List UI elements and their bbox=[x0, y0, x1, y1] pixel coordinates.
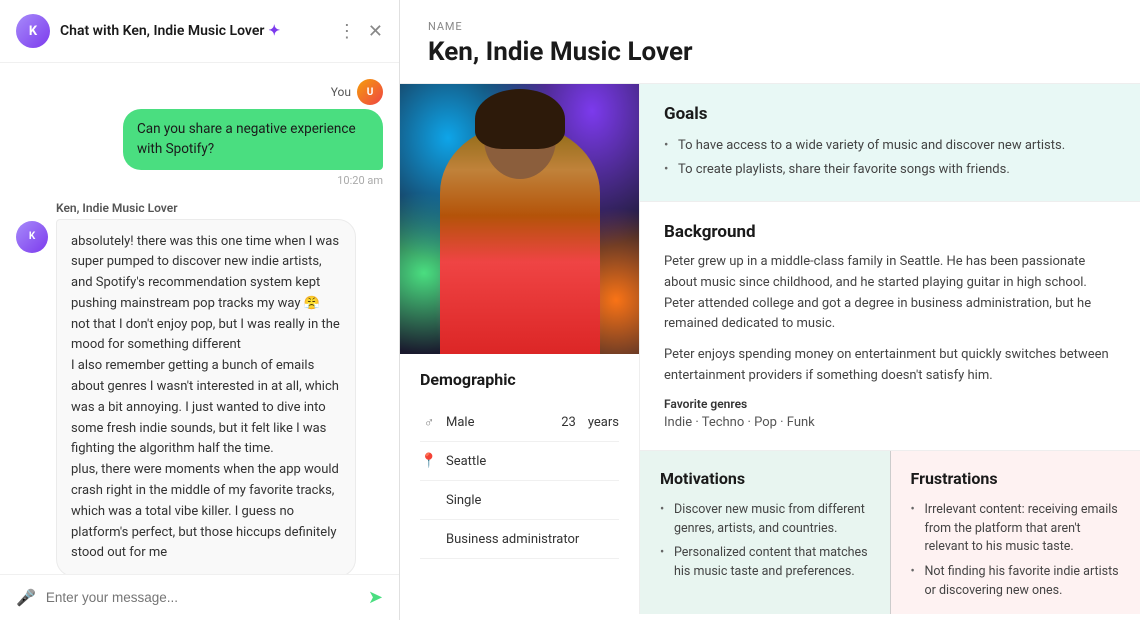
chat-messages: You U Can you share a negative experienc… bbox=[0, 63, 399, 574]
motivations-title: Motivations bbox=[660, 469, 870, 488]
bot-message-col: Ken, Indie Music Lover absolutely! there… bbox=[56, 201, 356, 575]
close-icon[interactable]: ✕ bbox=[368, 21, 383, 42]
sender-name: You bbox=[331, 85, 351, 99]
bot-message-text: absolutely! there was this one time when… bbox=[71, 234, 340, 561]
male-icon: ♂ bbox=[420, 413, 438, 431]
user-message-time: 10:20 am bbox=[337, 174, 383, 187]
background-card: Background Peter grew up in a middle-cla… bbox=[640, 202, 1140, 451]
background-title: Background bbox=[664, 222, 1116, 242]
motivation-item-1: Discover new music from different genres… bbox=[660, 498, 870, 542]
user-avatar: U bbox=[357, 79, 383, 105]
message-row-bot: K Ken, Indie Music Lover absolutely! the… bbox=[16, 201, 383, 575]
goals-title: Goals bbox=[664, 104, 1116, 124]
frustrations-card: Frustrations Irrelevant content: receivi… bbox=[891, 451, 1140, 614]
persona-left-col: Demographic ♂ Male 23 years 📍 Seattle ♥ … bbox=[400, 84, 640, 614]
persona-right-col: Goals To have access to a wide variety o… bbox=[640, 84, 1140, 614]
bot-name-label: Ken, Indie Music Lover bbox=[56, 201, 356, 215]
location-icon: 📍 bbox=[420, 452, 438, 470]
frustrations-list: Irrelevant content: receiving emails fro… bbox=[911, 498, 1121, 604]
chat-title-text: Chat with Ken, Indie Music Lover bbox=[60, 23, 264, 39]
persona-content: Demographic ♂ Male 23 years 📍 Seattle ♥ … bbox=[400, 84, 1140, 614]
favorite-genres-value: Indie · Techno · Pop · Funk bbox=[664, 415, 1116, 430]
goals-item-1: To have access to a wide variety of musi… bbox=[664, 134, 1116, 158]
send-button[interactable]: ➤ bbox=[368, 587, 383, 608]
user-message-bubble: Can you share a negative experience with… bbox=[123, 109, 383, 170]
age-value: 23 bbox=[561, 415, 576, 430]
persona-name: Ken, Indie Music Lover bbox=[428, 37, 1112, 67]
demographic-title: Demographic bbox=[420, 370, 619, 389]
more-options-icon[interactable]: ⋮ bbox=[338, 21, 356, 42]
background-para-1: Peter grew up in a middle-class family i… bbox=[664, 252, 1116, 335]
demographic-occupation-row: 💼 Business administrator bbox=[420, 520, 619, 559]
occupation-value: Business administrator bbox=[446, 532, 579, 547]
goals-card: Goals To have access to a wide variety o… bbox=[640, 84, 1140, 202]
chat-panel: K Chat with Ken, Indie Music Lover✦ ⋮ ✕ … bbox=[0, 0, 400, 620]
demographic-location-row: 📍 Seattle bbox=[420, 442, 619, 481]
demographic-gender-age-row: ♂ Male 23 years bbox=[420, 403, 619, 442]
motivation-item-2: Personalized content that matches his mu… bbox=[660, 541, 870, 585]
demographic-section: Demographic ♂ Male 23 years 📍 Seattle ♥ … bbox=[400, 354, 639, 575]
chat-title: Chat with Ken, Indie Music Lover✦ bbox=[60, 23, 328, 39]
demographic-relationship-row: ♥ Single bbox=[420, 481, 619, 520]
frustrations-title: Frustrations bbox=[911, 469, 1121, 488]
chat-input-area: 🎤 ➤ bbox=[0, 574, 399, 620]
gender-value: Male bbox=[446, 415, 474, 430]
motivations-card: Motivations Discover new music from diff… bbox=[640, 451, 891, 614]
chat-avatar: K bbox=[16, 14, 50, 48]
background-para-2: Peter enjoys spending money on entertain… bbox=[664, 345, 1116, 387]
user-label: You U bbox=[331, 79, 383, 105]
chat-input[interactable] bbox=[46, 590, 358, 605]
goals-item-2: To create playlists, share their favorit… bbox=[664, 158, 1116, 182]
frustration-item-2: Not finding his favorite indie artists o… bbox=[911, 560, 1121, 604]
favorite-genres-label: Favorite genres bbox=[664, 397, 1116, 411]
relationship-value: Single bbox=[446, 493, 481, 508]
persona-header: NAME Ken, Indie Music Lover bbox=[400, 0, 1140, 84]
mic-icon: 🎤 bbox=[16, 588, 36, 607]
age-unit: years bbox=[588, 415, 619, 430]
photo-hair bbox=[475, 89, 565, 149]
persona-name-label: NAME bbox=[428, 20, 1112, 33]
persona-panel: NAME Ken, Indie Music Lover Demographic … bbox=[400, 0, 1140, 620]
bot-avatar: K bbox=[16, 221, 48, 253]
frustration-item-1: Irrelevant content: receiving emails fro… bbox=[911, 498, 1121, 560]
bottom-cards: Motivations Discover new music from diff… bbox=[640, 451, 1140, 614]
sparkle-icon: ✦ bbox=[268, 23, 280, 39]
chat-header: K Chat with Ken, Indie Music Lover✦ ⋮ ✕ bbox=[0, 0, 399, 63]
goals-list: To have access to a wide variety of musi… bbox=[664, 134, 1116, 181]
motivations-list: Discover new music from different genres… bbox=[660, 498, 870, 585]
persona-photo bbox=[400, 84, 640, 354]
user-message-text: Can you share a negative experience with… bbox=[137, 121, 356, 157]
message-row-user: You U Can you share a negative experienc… bbox=[16, 79, 383, 187]
chat-header-actions: ⋮ ✕ bbox=[338, 21, 383, 42]
bot-message-bubble: absolutely! there was this one time when… bbox=[56, 219, 356, 575]
location-value: Seattle bbox=[446, 454, 486, 469]
